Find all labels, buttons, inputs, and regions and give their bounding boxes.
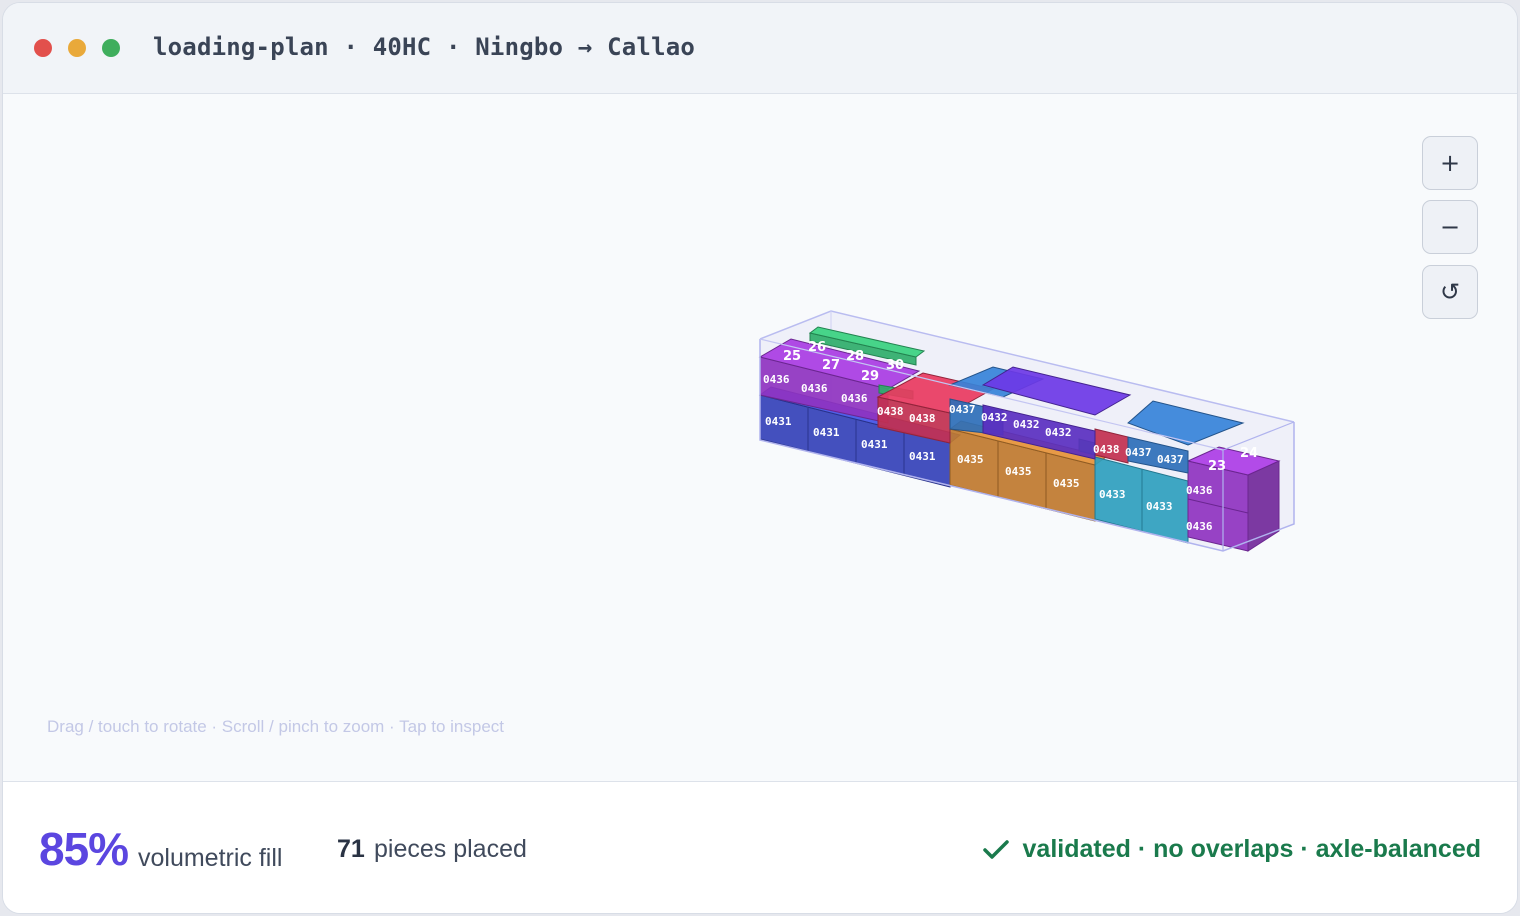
zoom-out-button[interactable]: −	[1422, 200, 1478, 254]
check-icon	[982, 839, 1009, 859]
3d-viewport[interactable]: 0431 0431 0431 0431 0435 0435 0435 0433 …	[3, 95, 1517, 781]
pallet-label: 0436	[1186, 484, 1213, 497]
pallet-label: 0431	[765, 415, 792, 428]
pallet-label: 0438	[877, 405, 904, 418]
pallet-label: 0438	[1093, 443, 1120, 456]
pallet-label: 0432	[1045, 426, 1072, 439]
pallet-label: 0435	[957, 453, 984, 466]
pieces-label: pieces placed	[374, 835, 527, 863]
pallet-label: 0437	[949, 403, 976, 416]
minimize-window-button[interactable]	[68, 39, 86, 57]
container-3d-view[interactable]: 0431 0431 0431 0431 0435 0435 0435 0433 …	[3, 95, 1518, 781]
rotate-ccw-icon: ↺	[1439, 278, 1461, 306]
pieces-count: 71	[337, 835, 365, 863]
validation-status: validated · no overlaps · axle-balanced	[982, 835, 1481, 864]
window-title: loading-plan · 40HC · Ningbo → Callao	[153, 33, 696, 61]
maximize-window-button[interactable]	[102, 39, 120, 57]
plus-icon: +	[1439, 149, 1461, 177]
piece-number-label: 29	[861, 369, 879, 384]
piece-number-label: 23	[1208, 459, 1226, 474]
app-window: loading-plan · 40HC · Ningbo → Callao 04…	[2, 2, 1518, 914]
close-window-button[interactable]	[34, 39, 52, 57]
pallet-label: 0438	[909, 412, 936, 425]
title-bar: loading-plan · 40HC · Ningbo → Callao	[3, 3, 1517, 94]
pallet-label: 0437	[1157, 453, 1184, 466]
pallet-label: 0431	[861, 438, 888, 451]
pallet-label: 0431	[909, 450, 936, 463]
fill-label: volumetric fill	[138, 844, 283, 872]
pallet-label: 0432	[1013, 418, 1040, 431]
pallet-label: 0436	[841, 392, 868, 405]
piece-number-label: 27	[822, 358, 840, 373]
pallet-label: 0437	[1125, 446, 1152, 459]
piece-number-label: 28	[846, 349, 864, 364]
pallet-label: 0436	[801, 382, 828, 395]
interaction-hint: Drag / touch to rotate · Scroll / pinch …	[47, 717, 505, 736]
pallet-label: 0432	[981, 411, 1008, 424]
piece-number-label: 24	[1240, 446, 1258, 461]
piece-number-label: 26	[808, 340, 826, 355]
minus-icon: −	[1439, 213, 1461, 241]
pallet-label: 0433	[1146, 500, 1173, 513]
pallet-label: 0433	[1099, 488, 1126, 501]
pallet-label: 0436	[1186, 520, 1213, 533]
validation-status-text: validated · no overlaps · axle-balanced	[1022, 835, 1481, 863]
stats-footer: 85% volumetric fill 71 pieces placed val…	[3, 781, 1517, 913]
pallet-0436-rear-side[interactable]	[1247, 460, 1280, 552]
pallet-label: 0435	[1053, 477, 1080, 490]
reset-view-button[interactable]: ↺	[1422, 265, 1478, 319]
piece-number-label: 30	[886, 358, 904, 373]
pallet-label: 0431	[813, 426, 840, 439]
fill-percentage: 85%	[39, 823, 129, 875]
piece-number-label: 25	[783, 349, 801, 364]
pallet-label: 0435	[1005, 465, 1032, 478]
zoom-in-button[interactable]: +	[1422, 136, 1478, 190]
pallet-label: 0436	[763, 373, 790, 386]
